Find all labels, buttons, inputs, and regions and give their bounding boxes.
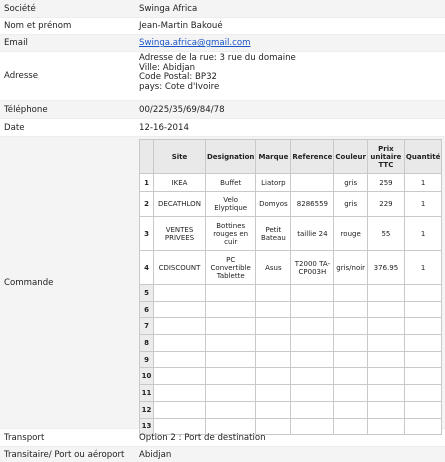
table-row: 2 DECATHLON Velo Elyptique Domyos 828655… [139, 191, 443, 217]
label-transport: Transport [4, 432, 45, 443]
cell-site: DECATHLON [153, 191, 206, 217]
row-societe: Société Swinga Africa [0, 0, 445, 18]
cell-site: CDISCOUNT [153, 250, 206, 285]
row-adresse: Adresse Adresse de la rue: 3 rue du doma… [0, 52, 445, 101]
cell-reference: 8286559 [290, 191, 335, 217]
value-societe: Swinga Africa [139, 3, 198, 14]
header-prix: Prix unitaire TTC [366, 139, 405, 174]
label-date: Date [4, 122, 25, 133]
table-row: 1 IKEA Buffet Liatorp gris 259 1 [139, 173, 443, 192]
row-email: Email Swinga.africa@gmail.com [0, 35, 445, 52]
header-num [139, 139, 154, 174]
table-row-empty: 7 [139, 317, 443, 336]
header-marque: Marque [255, 139, 292, 174]
table-row-empty: 5 [139, 284, 443, 302]
value-date: 12-16-2014 [139, 122, 189, 133]
row-number: 1 [139, 173, 154, 192]
cell-prix: 376.95 [366, 250, 405, 285]
label-nom: Nom et prénom [4, 21, 72, 31]
row-number: 9 [139, 350, 154, 369]
cell-reference [290, 173, 335, 192]
cell-prix: 229 [366, 191, 405, 217]
cell-designation: Buffet [204, 173, 257, 192]
table-row-empty: 11 [139, 384, 443, 402]
label-email: Email [4, 38, 28, 48]
cell-quantite: 1 [403, 173, 443, 192]
table-row-empty: 8 [139, 334, 443, 352]
address-country: pays: Cote d'Ivoire [139, 81, 220, 92]
label-commande: Commande [4, 277, 54, 288]
header-reference: Reference [290, 139, 335, 174]
cell-couleur: gris/noir [333, 250, 368, 285]
row-number: 6 [139, 300, 154, 319]
email-link[interactable]: Swinga.africa@gmail.com [139, 38, 251, 48]
row-transport: Transport Option 2 : Port de destination [0, 429, 445, 447]
table-row: 4 CDISCOUNT PC Convertible Tablette Asus… [139, 250, 443, 285]
table-row-empty: 10 [139, 367, 443, 386]
address-block: Adresse de la rue: 3 rue du domaine Vill… [139, 53, 296, 92]
cell-designation: Velo Elyptique [204, 191, 257, 217]
value-nom: Jean-Martin Bakoué [139, 21, 223, 31]
row-number: 4 [139, 250, 154, 285]
row-date: Date 12-16-2014 [0, 119, 445, 137]
header-quantite: Quantité [403, 139, 443, 174]
cell-site: VENTES PRIVEES [153, 216, 206, 251]
table-row-empty: 12 [139, 400, 443, 419]
order-table: Site Designation Marque Reference Couleu… [139, 139, 443, 436]
label-societe: Société [4, 3, 36, 14]
row-number: 5 [139, 284, 154, 302]
label-telephone: Téléphone [4, 104, 48, 115]
cell-reference: taillie 24 [290, 216, 335, 251]
cell-couleur: rouge [333, 216, 368, 251]
cell-prix: 55 [366, 216, 405, 251]
row-number: 10 [139, 367, 154, 386]
row-telephone: Téléphone 00/225/35/69/84/78 [0, 101, 445, 119]
cell-couleur: gris [333, 173, 368, 192]
value-telephone: 00/225/35/69/84/78 [139, 104, 225, 115]
header-site: Site [153, 139, 206, 174]
row-number: 3 [139, 216, 154, 251]
row-number: 7 [139, 317, 154, 336]
label-adresse: Adresse [4, 71, 39, 81]
table-row-empty: 6 [139, 300, 443, 319]
cell-couleur: gris [333, 191, 368, 217]
order-table-header: Site Designation Marque Reference Couleu… [139, 139, 443, 174]
cell-marque: Petit Bateau [255, 216, 292, 251]
cell-marque: Domyos [255, 191, 292, 217]
table-row: 3 VENTES PRIVEES Bottines rouges en cuir… [139, 216, 443, 251]
row-number: 12 [139, 400, 154, 419]
cell-designation: Bottines rouges en cuir [204, 216, 257, 251]
row-transitaire: Transitaire/ Port ou aéroport Abidjan [0, 447, 445, 462]
value-transitaire: Abidjan [139, 450, 172, 460]
header-designation: Designation [204, 139, 257, 174]
cell-quantite: 1 [403, 216, 443, 251]
cell-quantite: 1 [403, 250, 443, 285]
table-row-empty: 9 [139, 350, 443, 369]
cell-prix: 259 [366, 173, 405, 192]
cell-site: IKEA [153, 173, 206, 192]
header-couleur: Couleur [333, 139, 368, 174]
cell-reference: T2000 TA-CP003H [290, 250, 335, 285]
cell-marque: Liatorp [255, 173, 292, 192]
order-form: Société Swinga Africa Nom et prénom Jean… [0, 0, 445, 462]
row-number: 2 [139, 191, 154, 217]
label-transitaire: Transitaire/ Port ou aéroport [4, 450, 125, 460]
row-number: 8 [139, 334, 154, 352]
row-nom: Nom et prénom Jean-Martin Bakoué [0, 18, 445, 35]
cell-designation: PC Convertible Tablette [204, 250, 257, 285]
row-number: 11 [139, 384, 154, 402]
value-transport: Option 2 : Port de destination [139, 432, 266, 443]
cell-quantite: 1 [403, 191, 443, 217]
row-commande: Commande Site Designation Marque Referen… [0, 137, 445, 436]
cell-marque: Asus [255, 250, 292, 285]
